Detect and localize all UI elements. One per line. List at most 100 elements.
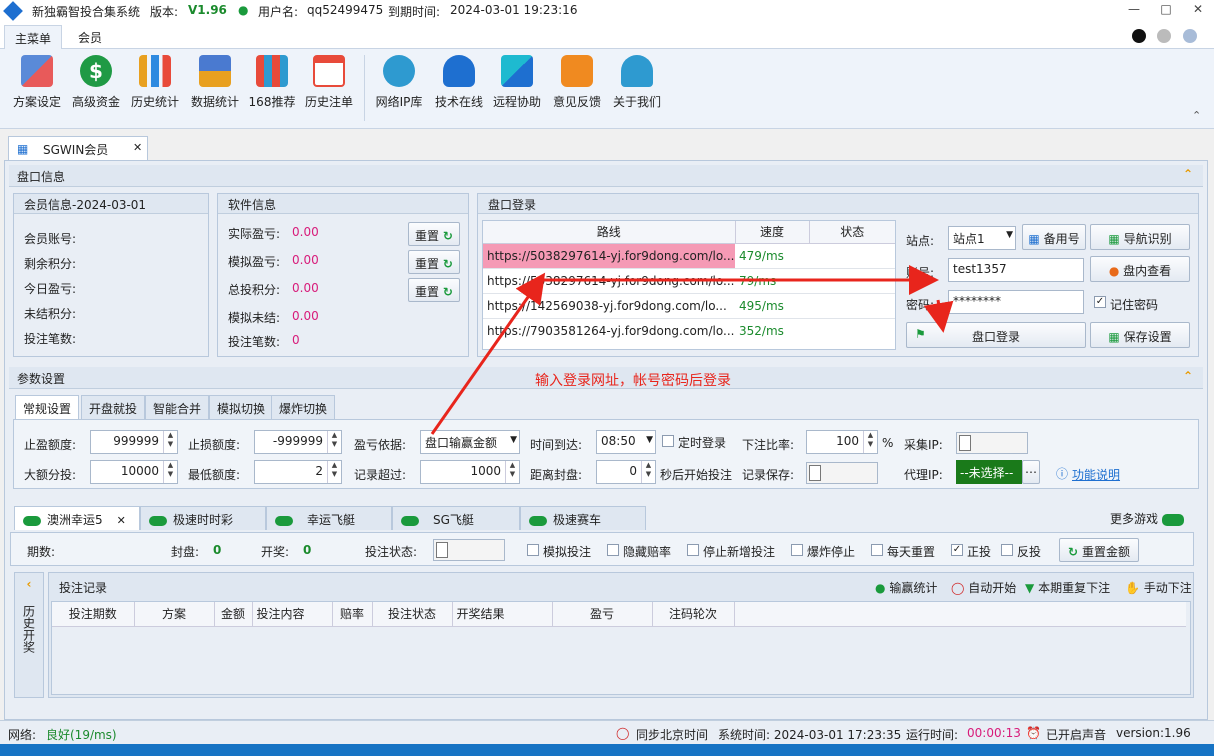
stats-action[interactable]: ● 输赢统计 (875, 579, 937, 596)
route-row[interactable]: https://7903581264-yj.for9dong.com/lo...… (483, 318, 895, 343)
remember-checkbox[interactable]: ✓ (1094, 296, 1106, 308)
sync-time-button[interactable]: 同步北京时间 (636, 726, 708, 743)
param-tab-normal[interactable]: 常规设置 (15, 395, 80, 419)
game-tab-sg-boat[interactable]: SG飞艇 (392, 506, 520, 530)
theme-blue-button[interactable] (1183, 29, 1197, 43)
manual-bet-action[interactable]: ✋ 手动下注 (1125, 579, 1192, 596)
reset-sim-button[interactable]: 重置 ↻ (408, 250, 460, 274)
route-row[interactable]: https://5038297614-yj.for9dong.com/lo...… (483, 268, 895, 294)
reset-actual-button[interactable]: 重置 ↻ (408, 222, 460, 246)
collapse-params-icon[interactable]: ⌃ (1183, 369, 1193, 383)
stop-loss-label: 止损额度: (188, 438, 241, 452)
col-plan: 方案 (134, 602, 215, 627)
param-tab-open[interactable]: 开盘就投 (81, 395, 146, 419)
account-label: 账号: (906, 266, 935, 280)
game-tab-fast-race[interactable]: 极速赛车 (520, 506, 646, 530)
ribbon-data-stats[interactable]: 数据统计 (188, 53, 242, 117)
sound-status[interactable]: 已开启声音 (1046, 726, 1106, 743)
download-icon: ▼ (1025, 581, 1035, 595)
forward-bet-checkbox[interactable]: ✓ (951, 544, 963, 556)
ribbon-tech-online[interactable]: 技术在线 (432, 53, 486, 117)
history-side-panel[interactable]: ‹ 历史开奖 (14, 572, 44, 698)
market-login-button[interactable]: ⚑ 盘口登录 (906, 322, 1086, 348)
stop-loss-input[interactable]: -999999 ▲ ▼ (254, 430, 342, 454)
record-input[interactable]: 1000 ▲ ▼ (420, 460, 520, 484)
account-input[interactable]: test1357 (948, 258, 1084, 282)
burst-stop-checkbox[interactable] (791, 544, 803, 556)
param-tab-merge[interactable]: 智能合并 (145, 395, 210, 419)
view-inside-button[interactable]: ● 盘内查看 (1090, 256, 1190, 282)
menu-tabs: 主菜单 会员 (0, 22, 1214, 49)
ratio-input[interactable]: 100 ▲ ▼ (806, 430, 878, 454)
speed-header: 速度 (735, 221, 810, 244)
game-tab-aus5[interactable]: 澳洲幸运5 ✕ (14, 506, 140, 530)
help-link[interactable]: 功能说明 (1072, 466, 1120, 483)
close-tab-icon[interactable]: ✕ (133, 141, 142, 154)
auto-start-action[interactable]: ◯ 自动开始 (951, 579, 1016, 596)
period-label: 期数: (27, 545, 56, 559)
network-ip-icon (383, 55, 415, 87)
ribbon-history-stats[interactable]: 历史统计 (128, 53, 182, 117)
collect-ip-toggle[interactable] (956, 432, 1028, 454)
hide-odds-checkbox[interactable] (607, 544, 619, 556)
ribbon-feedback[interactable]: 意见反馈 (550, 53, 604, 117)
run-time-label: 运行时间: (906, 728, 959, 742)
sim-pl-value: 0.00 (292, 253, 319, 267)
ribbon-remote-assist[interactable]: 远程协助 (490, 53, 544, 117)
site-select[interactable]: 站点1 ▼ (948, 226, 1016, 250)
param-tab-sim[interactable]: 模拟切换 (209, 395, 274, 419)
collapse-market-icon[interactable]: ⌃ (1183, 167, 1193, 181)
game-tab-fast-ssc[interactable]: 极速时时彩 (140, 506, 266, 530)
daily-reset-checkbox[interactable] (871, 544, 883, 556)
reverse-bet-checkbox[interactable] (1001, 544, 1013, 556)
collapse-ribbon-icon[interactable]: ⌃ (1192, 109, 1201, 122)
min-input[interactable]: 2 ▲ ▼ (254, 460, 342, 484)
game-tab-lucky-boat[interactable]: 幸运飞艇 (266, 506, 392, 530)
split-input[interactable]: 10000 ▲ ▼ (90, 460, 178, 484)
reset-total-button[interactable]: 重置 ↻ (408, 278, 460, 302)
market-info-title: 盘口信息 (17, 170, 66, 184)
stop-new-checkbox[interactable] (687, 544, 699, 556)
ribbon-plan-settings[interactable]: 方案设定 (10, 53, 64, 117)
member-info-title: 会员信息-2024-03-01 (14, 194, 208, 214)
ribbon-about[interactable]: 关于我们 (610, 53, 664, 117)
sim-bet-checkbox[interactable] (527, 544, 539, 556)
close-tab-icon[interactable]: ✕ (117, 514, 126, 527)
ribbon-ip-library[interactable]: 网络IP库 (372, 53, 426, 117)
close-button[interactable]: ✕ (1188, 2, 1208, 20)
password-input[interactable]: ******** (948, 290, 1084, 314)
stop-profit-input[interactable]: 999999 ▲ ▼ (90, 430, 178, 454)
reverse-bet-label: 反投 (1017, 545, 1042, 559)
maximize-button[interactable]: □ (1156, 2, 1176, 20)
ribbon-advanced-funds[interactable]: $ 高级资金 (68, 53, 124, 117)
minimize-button[interactable]: — (1124, 2, 1144, 20)
backup-account-button[interactable]: ▦ 备用号 (1022, 224, 1086, 250)
proxy-more-button[interactable]: ⋯ (1022, 460, 1040, 484)
basis-select[interactable]: 盘口输赢金额 ▼ (420, 430, 520, 454)
route-row[interactable]: https://142569038-yj.for9dong.com/lo... … (483, 293, 895, 319)
timed-login-checkbox[interactable] (662, 435, 674, 447)
ribbon-history-bets[interactable]: 历史注单 (302, 53, 356, 117)
nav-detect-button[interactable]: ▦ 导航识别 (1090, 224, 1190, 250)
route-row[interactable]: https://5038297614-yj.for9dong.com/lo...… (483, 243, 895, 269)
theme-dark-button[interactable] (1132, 29, 1146, 43)
save-settings-button[interactable]: ▦ 保存设置 (1090, 322, 1190, 348)
tab-member[interactable]: 会员 (68, 25, 112, 49)
proxy-select[interactable]: --未选择-- (956, 460, 1022, 484)
theme-gray-button[interactable] (1157, 29, 1171, 43)
bet-state-toggle[interactable] (433, 539, 505, 561)
param-tab-burst[interactable]: 爆炸切换 (271, 395, 336, 419)
close-input[interactable]: 0 ▲ ▼ (596, 460, 656, 484)
reset-amount-button[interactable]: ↻ 重置金额 (1059, 538, 1139, 562)
doc-tab-label: SGWIN会员 (43, 143, 109, 157)
time-select[interactable]: 08:50 ▼ (596, 430, 656, 454)
more-games-button[interactable]: 更多游戏 (1110, 510, 1190, 527)
tab-sgwin-member[interactable]: ▦ SGWIN会员 ✕ (8, 136, 148, 160)
user-icon: ● (238, 3, 249, 17)
ribbon-toolbar: 方案设定 $ 高级资金 历史统计 数据统计 168推荐 历史注单 网络IP库 技术… (0, 49, 1214, 129)
record-save-toggle[interactable] (806, 462, 878, 484)
tab-main-menu[interactable]: 主菜单 (4, 25, 63, 49)
ribbon-168-recommend[interactable]: 168推荐 (248, 53, 296, 117)
software-info-title: 软件信息 (218, 194, 468, 214)
repeat-bet-action[interactable]: ▼ 本期重复下注 (1025, 579, 1110, 596)
